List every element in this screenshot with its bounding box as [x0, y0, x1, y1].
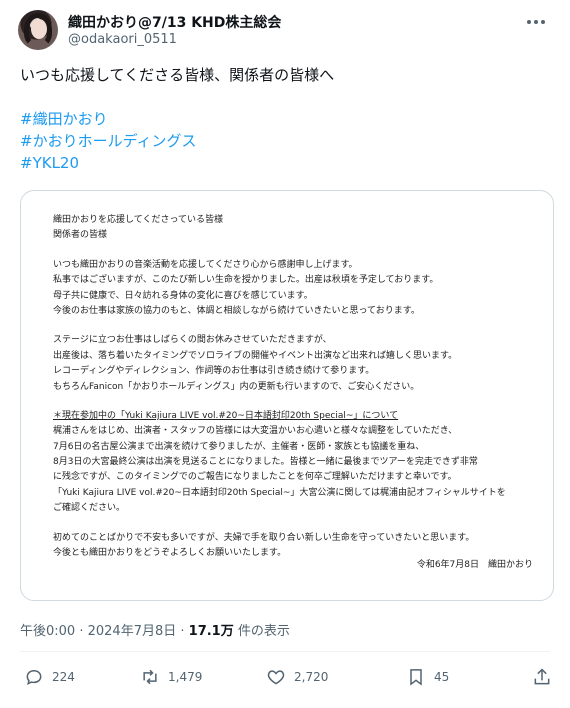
- doc-line: 出産後は、落ち着いたタイミングでソロライブの開催やイベント出演など出来れば嬉しく…: [53, 350, 458, 361]
- divider: [20, 651, 550, 652]
- repost-icon: [143, 669, 157, 685]
- doc-line: 「Yuki Kajiura LIVE vol.#20~日本語封印20th Spe…: [53, 487, 506, 498]
- doc-line: 母子共に健康で、日々訪れる身体の変化に喜びを感じています。: [53, 290, 313, 301]
- doc-line: 初めてのことばかりで不安も多いですが、夫婦で手を取り合い新しい生命を守っていきた…: [53, 532, 475, 543]
- like-count: 2,720: [294, 670, 329, 684]
- announcement-document: 織田かおりを応援してくださっている皆様 関係者の皆様いつも織田かおりの音楽活動を応…: [53, 213, 533, 570]
- doc-line: ご確認ください。: [53, 503, 126, 514]
- tweet-meta: 午後0:00 · 2024年7月8日 · 17.1万 件の表示: [20, 620, 290, 639]
- tweet-date[interactable]: 2024年7月8日: [88, 624, 177, 639]
- doc-line: 8月3日の大宮最終公演は出演を見送ることになりました。皆様と一緒に最後までツアー…: [53, 457, 478, 468]
- doc-line: に残念ですが、このタイミングでのご報告になりましたことを何卒ご理解いただけますと…: [53, 472, 457, 483]
- tweet-text: いつも応援してくださる皆様、関係者の皆様へ #織田かおり #かおりホールディングス #…: [20, 64, 550, 174]
- doc-line: 今後のお仕事は家族の協力のもと、体調と相談しながら続けていきたいと思っております…: [53, 305, 420, 316]
- bookmark-icon: [410, 669, 422, 686]
- views-label: 件の表示: [233, 624, 290, 639]
- doc-signature: 令和6年7月8日 織田かおり: [416, 560, 533, 570]
- avatar[interactable]: [18, 10, 58, 50]
- doc-line: 梶浦さんをはじめ、出演者・スタッフの皆様には大変温かいお心遣いと様々な調整をして…: [53, 426, 458, 437]
- share-icon: [534, 668, 550, 685]
- doc-blank-line: [53, 395, 533, 409]
- reply-icon: [26, 669, 42, 686]
- repost-button[interactable]: 1,479: [140, 662, 202, 692]
- doc-blank-line: [53, 244, 533, 258]
- user-handle[interactable]: @odakaori_0511: [68, 32, 177, 47]
- share-button[interactable]: [532, 662, 560, 692]
- hashtag-link[interactable]: #織田かおり: [20, 108, 550, 130]
- doc-blank-line: [53, 319, 533, 333]
- display-name[interactable]: 織田かおり@7/13 KHD株主総会: [68, 12, 281, 32]
- doc-section-heading: ＊現在参加中の「Yuki Kajiura LIVE vol.#20~日本語封印2…: [53, 410, 399, 421]
- tweet-line: いつも応援してくださる皆様、関係者の皆様へ: [20, 66, 335, 84]
- avatar-face: [31, 19, 47, 39]
- doc-line: 7月6日の名古屋公演まで出演を続けて参りましたが、主催者・医師・家族とも協議を重…: [53, 441, 425, 452]
- doc-line: レコーディングやディレクション、作詞等のお仕事は引き続き続けて参ります。: [53, 366, 375, 377]
- hashtag-link[interactable]: #YKL20: [20, 152, 550, 174]
- bookmark-button[interactable]: 45: [406, 662, 449, 692]
- meta-separator-2: ·: [176, 624, 189, 639]
- views-count: 17.1万: [188, 624, 234, 639]
- meta-separator: ·: [75, 624, 88, 639]
- like-button[interactable]: 2,720: [266, 662, 328, 692]
- doc-line: 織田かおりを応援してくださっている皆様: [53, 215, 224, 225]
- reply-count: 224: [52, 670, 75, 684]
- doc-line: ステージに立つお仕事はしばらくの間お休みさせていただきますが、: [53, 335, 332, 346]
- bookmark-count: 45: [434, 670, 450, 684]
- doc-blank-line: [53, 517, 533, 531]
- hashtag-link[interactable]: #かおりホールディングス: [20, 130, 550, 152]
- more-icon[interactable]: [524, 12, 548, 32]
- doc-line: 関係者の皆様: [53, 230, 108, 241]
- doc-line: 私事ではございますが、このたび新しい生命を授かりました。出産は秋頃を予定しており…: [53, 275, 439, 286]
- tweet-time[interactable]: 午後0:00: [20, 624, 75, 639]
- attached-image[interactable]: 織田かおりを応援してくださっている皆様 関係者の皆様いつも織田かおりの音楽活動を応…: [20, 190, 554, 601]
- action-bar: 224 1,479 2,720 45: [20, 662, 550, 692]
- reply-button[interactable]: 224: [24, 662, 75, 692]
- like-icon: [267, 670, 285, 685]
- tweet-header: 織田かおり@7/13 KHD株主総会 @odakaori_0511: [18, 8, 552, 52]
- doc-line: もちろんFanicon「かおりホールディングス」内の更新も行いますので、ご安心く…: [53, 381, 420, 392]
- repost-count: 1,479: [168, 670, 203, 684]
- doc-line: いつも織田かおりの音楽活動を応援してくださり心から感謝申し上げます。: [53, 259, 358, 270]
